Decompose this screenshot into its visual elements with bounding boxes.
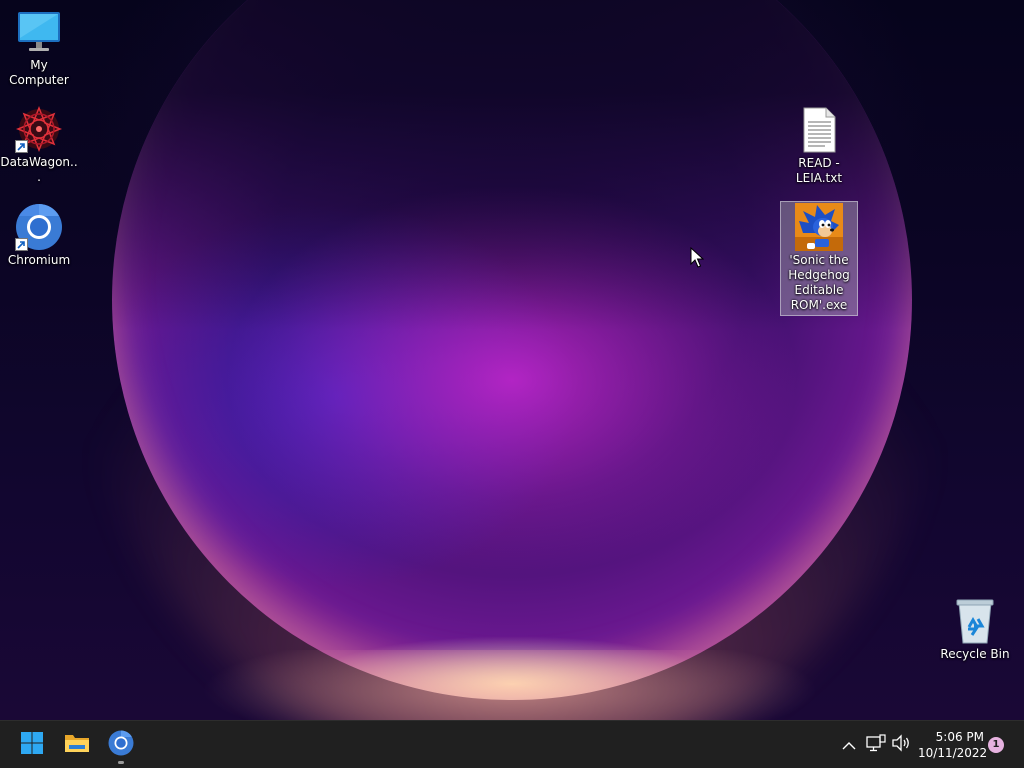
notification-badge[interactable]: 1 (988, 737, 1004, 753)
desktop-icon-readme[interactable]: READ - LEIA.txt (780, 106, 858, 186)
desktop-icon-label: READ - LEIA.txt (795, 156, 843, 185)
mouse-cursor-icon (690, 246, 705, 269)
shortcut-arrow-icon (15, 140, 28, 153)
desktop-icon-label: 'Sonic the Hedgehog Editable ROM'.exe (788, 253, 850, 312)
text-file-icon (795, 106, 843, 154)
desktop-icon-label: DataWagon... (0, 155, 78, 184)
desktop-icon-recycle-bin[interactable]: Recycle Bin (936, 597, 1014, 662)
windows-start-icon (20, 731, 44, 759)
network-icon (866, 734, 886, 756)
desktop-icon-chromium[interactable]: Chromium (0, 203, 78, 268)
start-button[interactable] (12, 725, 52, 765)
desktop-icon-sonic-exe[interactable]: 'Sonic the Hedgehog Editable ROM'.exe (780, 201, 858, 316)
chromium-icon (15, 203, 63, 251)
volume-icon (891, 734, 911, 756)
taskbar-clock[interactable]: 5:06 PM 10/11/2022 (918, 729, 988, 761)
taskbar: 5:06 PM 10/11/2022 1 (0, 720, 1024, 768)
network-button[interactable] (864, 733, 888, 757)
clock-date: 10/11/2022 (918, 746, 988, 760)
show-hidden-icons-button[interactable] (837, 733, 861, 757)
desktop-wallpaper (0, 0, 1024, 720)
desktop-icon-datawagon[interactable]: DataWagon... (0, 105, 78, 185)
desktop-icon-label: My Computer (9, 58, 69, 87)
chevron-up-icon (842, 736, 856, 755)
recycle-bin-icon (951, 597, 999, 645)
desktop-icon-my-computer[interactable]: My Computer (0, 8, 78, 88)
desktop-icon-label: Recycle Bin (940, 647, 1010, 661)
folder-icon (64, 731, 90, 759)
chromium-taskbar-button[interactable] (101, 725, 141, 765)
sonic-exe-icon (795, 203, 843, 251)
running-indicator (118, 761, 124, 764)
desktop-icon-label: Chromium (7, 253, 71, 267)
monitor-icon (15, 8, 63, 56)
chromium-icon (108, 730, 134, 760)
file-explorer-button[interactable] (57, 725, 97, 765)
clock-time: 5:06 PM (935, 730, 984, 744)
shortcut-arrow-icon (15, 238, 28, 251)
volume-button[interactable] (889, 733, 913, 757)
datawagon-icon (15, 105, 63, 153)
wallpaper-floor-glow (200, 650, 820, 720)
